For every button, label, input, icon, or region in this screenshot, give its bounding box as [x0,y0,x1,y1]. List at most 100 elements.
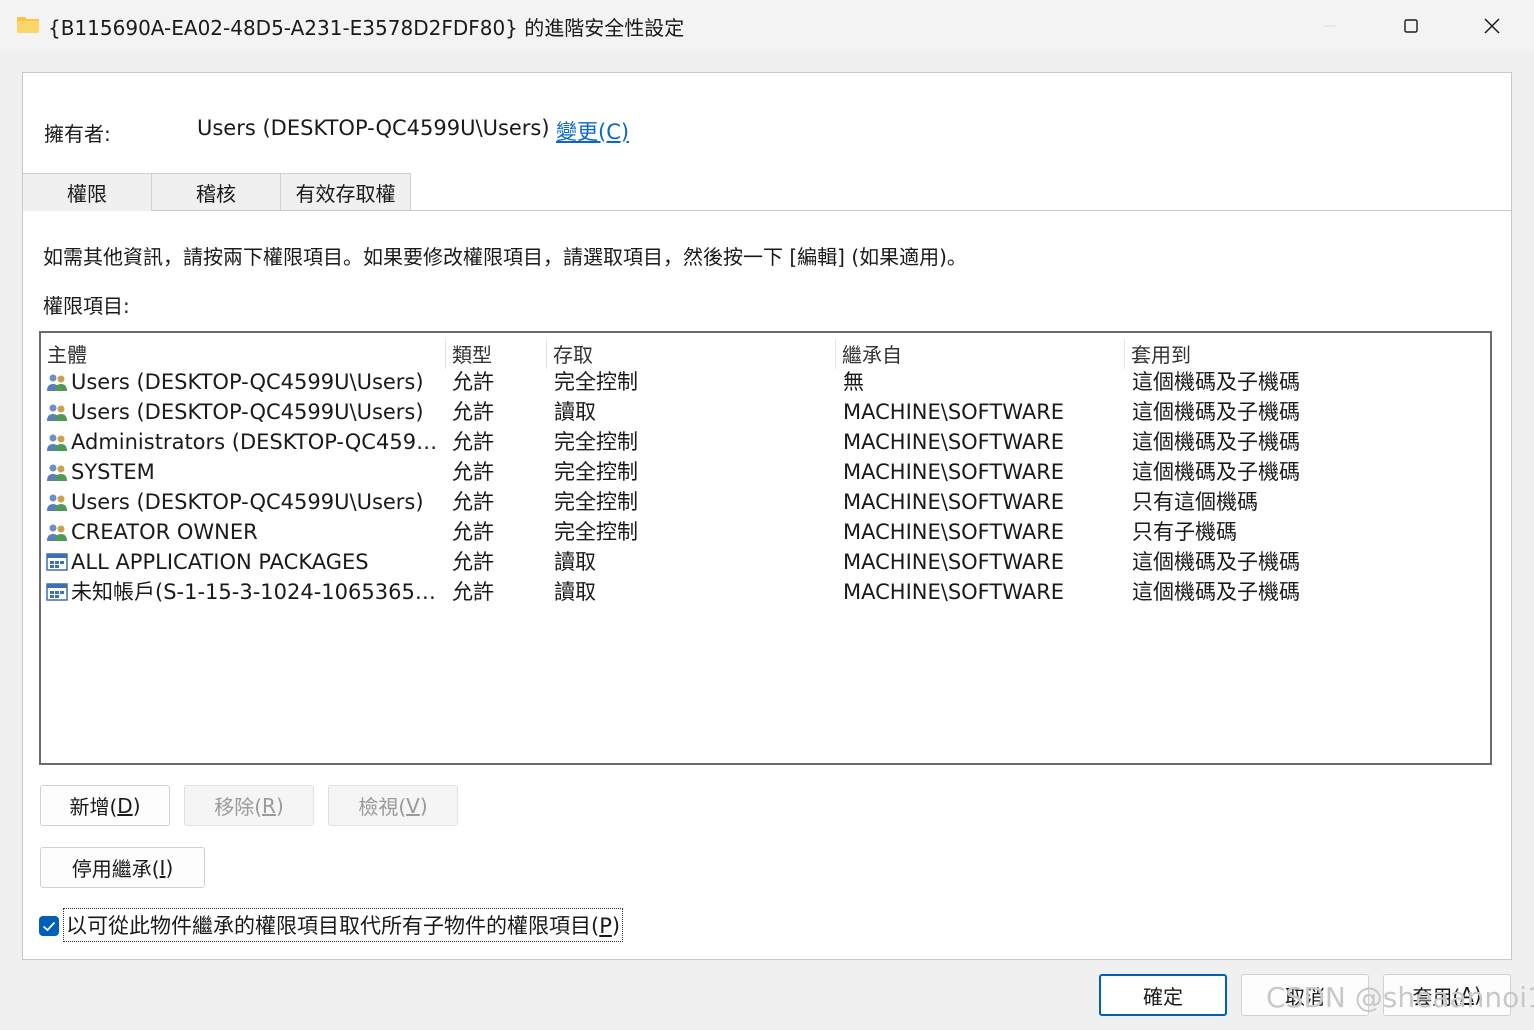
table-row[interactable]: Users (DESKTOP-QC4599U\Users) 允許 完全控制 無 這個機碼… [41,367,1490,397]
cell-type: 允許 [452,580,494,604]
cell-inherited-from: MACHINE\SOFTWARE [843,490,1065,514]
disable-inheritance-label: 停用繼承( [71,857,160,881]
cell-type: 允許 [452,490,494,514]
window-title: {B115690A-EA02-48D5-A231-E3578D2FDF80} 的… [48,16,685,40]
cell-access: 讀取 [554,400,596,424]
cell-access: 完全控制 [554,370,638,394]
replace-child-permissions-text-end: ) [611,914,621,938]
close-button[interactable] [1452,0,1532,52]
table-row[interactable]: 未知帳戶(S-1-15-3-1024-106536593... 允許 讀取 MACHI… [41,577,1490,607]
folder-icon [17,17,39,33]
remove-button[interactable]: 移除(R) [184,785,314,826]
view-button-label-end: ) [419,793,428,818]
users-group-icon [47,434,67,451]
remove-button-label-end: ) [275,793,284,818]
cell-type: 允許 [452,520,494,544]
cell-inherited-from: MACHINE\SOFTWARE [843,400,1065,424]
cell-access: 完全控制 [554,490,638,514]
cell-applies-to: 只有這個機碼 [1132,490,1258,514]
owner-value: Users (DESKTOP-QC4599U\Users) [197,116,550,140]
cell-principal: ALL APPLICATION PACKAGES [71,550,369,574]
permission-entries-list[interactable]: 主體 類型 存取 繼承自 套用到 Users (DESKTOP-QC4599U\… [39,331,1492,765]
apply-button[interactable]: 套用(A) [1383,974,1511,1016]
add-button-label: 新增( [69,795,118,819]
users-group-icon [47,524,67,541]
table-row[interactable]: CREATOR OWNER 允許 完全控制 MACHINE\SOFTWARE 只有子機碼 [41,517,1490,547]
add-button-accesskey: D [117,793,133,818]
tab-effective-access[interactable]: 有效存取權 [280,173,411,211]
cell-type: 允許 [452,550,494,574]
cell-access: 完全控制 [554,430,638,454]
add-button[interactable]: 新增(D) [40,785,170,826]
info-text: 如需其他資訊，請按兩下權限項目。如果要修改權限項目，請選取項目，然後按一下 [編… [43,245,967,269]
view-button[interactable]: 檢視(V) [328,785,458,826]
column-header-applies-to[interactable]: 套用到 [1124,339,1484,369]
column-header-access[interactable]: 存取 [546,339,835,369]
table-row[interactable]: SYSTEM 允許 完全控制 MACHINE\SOFTWARE 這個機碼及子機碼 [41,457,1490,487]
table-row[interactable]: Users (DESKTOP-QC4599U\Users) 允許 讀取 MACHINE… [41,397,1490,427]
maximize-icon [1404,19,1418,33]
cell-inherited-from: MACHINE\SOFTWARE [843,550,1065,574]
cell-applies-to: 這個機碼及子機碼 [1132,370,1300,394]
remove-button-accesskey: R [262,793,276,818]
cell-access: 完全控制 [554,520,638,544]
cell-type: 允許 [452,400,494,424]
apply-button-label-end: ) [1473,983,1482,1007]
users-group-icon [47,404,67,421]
owner-label: 擁有者: [44,122,111,146]
cell-access: 讀取 [554,550,596,574]
change-owner-link[interactable]: 變更(C) [556,116,629,146]
ok-button[interactable]: 確定 [1099,974,1227,1016]
cell-principal: Users (DESKTOP-QC4599U\Users) [71,490,424,514]
replace-child-permissions-label[interactable]: 以可從此物件繼承的權限項目取代所有子物件的權限項目(P) [63,908,624,942]
minimize-icon [1324,25,1336,27]
cell-principal: 未知帳戶(S-1-15-3-1024-106536593... [71,580,445,604]
table-row[interactable]: ALL APPLICATION PACKAGES 允許 讀取 MACHINE\SOFT… [41,547,1490,577]
column-header-type[interactable]: 類型 [445,339,546,369]
tab-permissions[interactable]: 權限 [23,173,151,211]
cell-principal: Users (DESKTOP-QC4599U\Users) [71,400,424,424]
close-icon [1484,18,1500,34]
cell-applies-to: 這個機碼及子機碼 [1132,460,1300,484]
cell-principal: Administrators (DESKTOP-QC4599U... [71,430,445,454]
disable-inheritance-label-end: ) [165,855,174,880]
view-button-label: 檢視( [358,795,407,819]
cell-applies-to: 這個機碼及子機碼 [1132,400,1300,424]
minimize-button[interactable] [1290,0,1370,52]
cell-applies-to: 這個機碼及子機碼 [1132,550,1300,574]
disable-inheritance-button[interactable]: 停用繼承(I) [40,847,205,888]
table-row[interactable]: Users (DESKTOP-QC4599U\Users) 允許 完全控制 MACHI… [41,487,1490,517]
replace-child-permissions-text: 以可從此物件繼承的權限項目取代所有子物件的權限項目( [66,914,600,938]
cell-applies-to: 這個機碼及子機碼 [1132,430,1300,454]
column-header-principal[interactable]: 主體 [41,339,445,369]
cell-type: 允許 [452,460,494,484]
table-row[interactable]: Administrators (DESKTOP-QC4599U... 允許 完全控制… [41,427,1490,457]
cell-access: 完全控制 [554,460,638,484]
replace-child-permissions-accesskey: P [599,914,612,938]
users-group-icon [47,464,67,481]
cell-principal: Users (DESKTOP-QC4599U\Users) [71,370,424,394]
cell-principal: SYSTEM [71,460,155,484]
cell-applies-to: 這個機碼及子機碼 [1132,580,1300,604]
title-bar: {B115690A-EA02-48D5-A231-E3578D2FDF80} 的… [0,0,1534,52]
cell-inherited-from: 無 [843,370,864,394]
cell-inherited-from: MACHINE\SOFTWARE [843,580,1065,604]
remove-button-label: 移除( [214,795,263,819]
maximize-button[interactable] [1371,0,1451,52]
app-package-icon [46,583,68,601]
users-group-icon [47,374,67,391]
cancel-button[interactable]: 取消 [1241,974,1369,1016]
cell-type: 允許 [452,430,494,454]
cell-applies-to: 只有子機碼 [1132,520,1237,544]
cell-type: 允許 [452,370,494,394]
tab-auditing[interactable]: 稽核 [151,173,280,211]
cell-inherited-from: MACHINE\SOFTWARE [843,430,1065,454]
cell-access: 讀取 [554,580,596,604]
checkmark-icon [42,921,56,932]
permission-entries-label: 權限項目: [43,294,130,318]
replace-child-permissions-checkbox[interactable] [39,916,59,936]
apply-button-accesskey: A [1460,983,1474,1007]
column-header-inherited-from[interactable]: 繼承自 [835,339,1124,369]
cell-inherited-from: MACHINE\SOFTWARE [843,520,1065,544]
tab-divider [151,210,1511,211]
